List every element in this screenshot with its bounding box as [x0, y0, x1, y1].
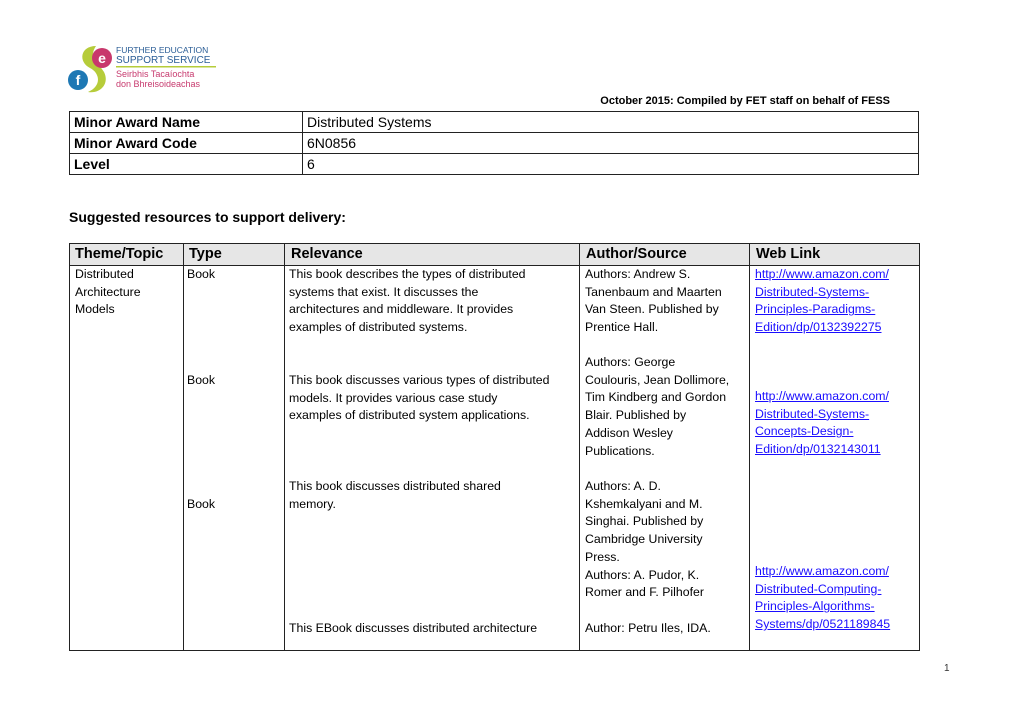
relevance-line: systems that exist. It discusses the — [289, 284, 479, 299]
theme-cell: Distributed Architecture Models — [75, 266, 141, 319]
column-divider — [579, 244, 580, 650]
author-line: Prentice Hall. — [585, 320, 659, 335]
award-row: Level 6 — [69, 153, 919, 175]
author-cell: Authors: George Coulouris, Jean Dollimor… — [585, 354, 729, 460]
relevance-line: memory. — [289, 496, 336, 511]
column-divider — [183, 244, 184, 650]
award-label: Level — [69, 153, 303, 175]
relevance-cell: This book discusses distributed shared m… — [289, 478, 501, 513]
compiled-note: October 2015: Compiled by FET staff on b… — [600, 95, 890, 107]
award-row: Minor Award Code 6N0856 — [69, 132, 919, 154]
author-line: Blair. Published by — [585, 408, 687, 423]
document-page: e f FURTHER EDUCATION SUPPORT SERVICE Se… — [0, 0, 1020, 720]
author-line: Authors: Andrew S. — [585, 267, 691, 281]
column-divider — [284, 244, 285, 650]
link-line[interactable]: Distributed-Systems- — [755, 406, 889, 424]
author-line: Coulouris, Jean Dollimore, — [585, 372, 730, 387]
column-divider — [749, 244, 750, 650]
web-link[interactable]: http://www.amazon.com/ Distributed-Syste… — [755, 388, 889, 459]
theme-line: Architecture — [75, 284, 141, 299]
web-link[interactable]: http://www.amazon.com/ Distributed-Compu… — [755, 563, 890, 634]
page-number: 1 — [944, 663, 950, 674]
relevance-line: This book discusses distributed shared — [289, 479, 501, 493]
resources-table: Theme/Topic Type Relevance Author/Source… — [69, 243, 920, 651]
author-line: Romer and F. Pilhofer — [585, 585, 704, 600]
author-line: Publications. — [585, 443, 655, 458]
relevance-line: This book describes the types of distrib… — [289, 267, 526, 281]
relevance-line: examples of distributed system applicati… — [289, 408, 530, 423]
award-value: 6 — [302, 153, 919, 175]
author-line: Tim Kindberg and Gordon — [585, 390, 727, 405]
relevance-cell: This EBook discusses distributed archite… — [289, 620, 537, 638]
relevance-line: This EBook discusses distributed archite… — [289, 621, 538, 635]
table-header-row: Theme/Topic Type Relevance Author/Source… — [70, 244, 919, 266]
fess-logo: e f FURTHER EDUCATION SUPPORT SERVICE Se… — [66, 40, 226, 96]
link-line[interactable]: Concepts-Design- — [755, 423, 889, 441]
logo-line-1: FURTHER EDUCATION — [116, 45, 208, 55]
type-cell: Book — [187, 267, 216, 281]
author-line: Tanenbaum and Maarten — [585, 284, 722, 299]
link-line[interactable]: http://www.amazon.com/ — [755, 563, 890, 581]
link-line[interactable]: http://www.amazon.com/ — [755, 388, 889, 406]
header-weblink: Web Link — [756, 246, 821, 262]
logo-line-4: don Bhreisoideachas — [116, 79, 201, 89]
section-title: Suggested resources to support delivery: — [69, 209, 346, 225]
author-cell: Authors: Andrew S. Tanenbaum and Maarten… — [585, 266, 722, 337]
author-cell: Authors: A. D. Kshemkalyani and M. Singh… — [585, 478, 704, 602]
relevance-line: models. It provides various case study — [289, 390, 498, 405]
author-line: Authors: A. Pudor, K. — [585, 567, 700, 582]
author-line: Cambridge University — [585, 532, 703, 547]
type-cell: Book — [187, 497, 216, 511]
link-line[interactable]: Edition/dp/0132392275 — [755, 319, 889, 337]
logo-divider — [116, 66, 216, 68]
link-line[interactable]: Edition/dp/0132143011 — [755, 441, 889, 459]
award-value: 6N0856 — [302, 132, 919, 154]
header-type: Type — [189, 246, 222, 262]
link-line[interactable]: Distributed-Computing- — [755, 581, 890, 599]
type-cell: Book — [187, 373, 216, 387]
theme-line: Models — [75, 302, 115, 317]
award-row: Minor Award Name Distributed Systems — [69, 111, 919, 133]
relevance-cell: This book describes the types of distrib… — [289, 266, 526, 337]
logo-line-3: Seirbhis Tacaíochta — [116, 69, 194, 79]
award-value: Distributed Systems — [302, 111, 919, 133]
link-line[interactable]: Principles-Paradigms- — [755, 301, 889, 319]
award-label: Minor Award Code — [69, 132, 303, 154]
author-line: Kshemkalyani and M. — [585, 496, 703, 511]
header-relevance: Relevance — [291, 246, 363, 262]
logo-line-2: SUPPORT SERVICE — [116, 55, 211, 66]
author-line: Authors: A. D. — [585, 479, 661, 493]
relevance-cell: This book discusses various types of dis… — [289, 372, 549, 425]
web-link[interactable]: http://www.amazon.com/ Distributed-Syste… — [755, 266, 889, 337]
award-label: Minor Award Name — [69, 111, 303, 133]
logo-f-letter: f — [76, 72, 81, 88]
relevance-line: examples of distributed systems. — [289, 320, 468, 335]
author-cell: Author: Petru Iles, IDA. — [585, 620, 711, 638]
logo-e-letter: e — [98, 50, 106, 66]
header-theme: Theme/Topic — [75, 246, 164, 262]
relevance-line: architectures and middleware. It provide… — [289, 302, 514, 317]
author-line: Author: Petru Iles, IDA. — [585, 621, 711, 635]
header-author: Author/Source — [586, 246, 687, 262]
author-line: Press. — [585, 549, 620, 564]
author-line: Van Steen. Published by — [585, 302, 719, 317]
relevance-line: This book discusses various types of dis… — [289, 373, 550, 387]
author-line: Addison Wesley — [585, 425, 673, 440]
author-line: Authors: George — [585, 355, 676, 369]
theme-line: Distributed — [75, 267, 134, 281]
link-line[interactable]: http://www.amazon.com/ — [755, 266, 889, 284]
link-line[interactable]: Principles-Algorithms- — [755, 598, 890, 616]
author-line: Singhai. Published by — [585, 514, 704, 529]
link-line[interactable]: Distributed-Systems- — [755, 284, 889, 302]
award-info-table: Minor Award Name Distributed Systems Min… — [69, 111, 919, 175]
link-line[interactable]: Systems/dp/0521189845 — [755, 616, 890, 634]
